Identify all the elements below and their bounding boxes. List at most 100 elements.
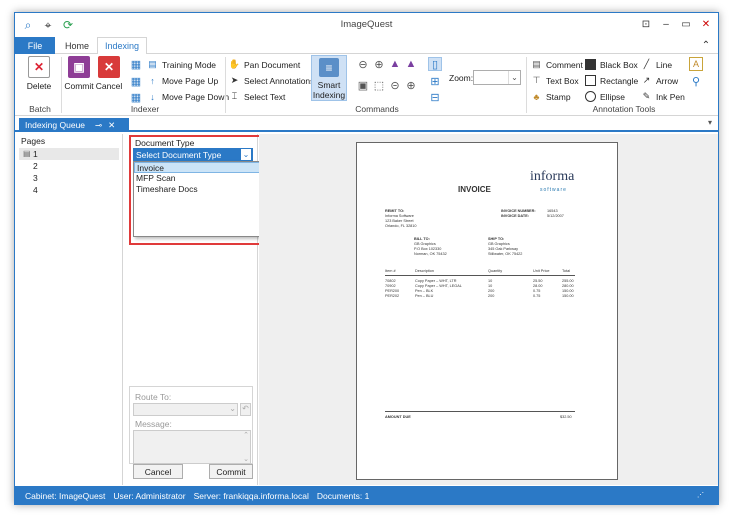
message-textarea[interactable]: ⌃ ⌄ — [133, 430, 251, 464]
page-icon: ▤ — [23, 149, 31, 158]
route-to-select[interactable]: ⌄ — [133, 403, 238, 416]
pan-document-button[interactable]: ✋ Pan Document — [229, 58, 300, 71]
ink-pen-button[interactable]: ✎ Ink Pen — [641, 90, 685, 103]
indexer-cancel-button[interactable]: Cancel — [133, 464, 183, 479]
ellipse-button[interactable]: Ellipse — [585, 90, 625, 103]
grid-icon[interactable]: ▦ — [129, 57, 143, 71]
grid-icon[interactable]: ▦ — [129, 90, 143, 104]
chevron-down-icon: ⌄ — [229, 404, 236, 413]
route-to-label: Route To: — [135, 392, 172, 402]
table-cell: 255.00 — [562, 279, 574, 283]
zoom-combobox[interactable]: ⌄ — [473, 70, 521, 85]
highlight-icon[interactable]: A — [689, 57, 703, 71]
table-cell: 70902 — [385, 284, 396, 288]
dropdown-option[interactable]: MFP Scan — [136, 173, 176, 183]
invoice-number: 16543 — [547, 209, 558, 213]
app-window: ⌕ ⌖ ⟳ ImageQuest ⊡ – ▭ ✕ File Home Index… — [14, 12, 719, 505]
fit-page-icon[interactable]: ▯ — [428, 57, 442, 71]
tab-home[interactable]: Home — [59, 37, 95, 54]
table-cell: Pen – BLK — [415, 289, 434, 293]
table-cell: 10 — [488, 279, 493, 283]
table-cell: 280.00 — [562, 284, 574, 288]
close-pane-icon[interactable]: ✕ — [108, 120, 115, 131]
maximize-button[interactable]: ▭ — [679, 17, 693, 31]
page-list-item-selected[interactable]: ▤ 1 — [19, 148, 119, 160]
table-cell: PER202 — [385, 294, 400, 298]
commit-button[interactable]: ▣ Commit — [64, 56, 94, 91]
delete-icon: ✕ — [28, 56, 50, 78]
stamp-button[interactable]: ♣ Stamp — [531, 90, 571, 103]
comment-button[interactable]: ▤ Comment — [531, 58, 583, 71]
column-header: Description — [415, 269, 434, 273]
scroll-up-icon[interactable]: ⌃ — [243, 431, 249, 439]
fit-width-icon[interactable]: ⊞ — [428, 74, 442, 88]
select-annotations-button[interactable]: ➤ Select Annotations — [229, 74, 315, 87]
attachment-icon[interactable]: ⚲ — [689, 74, 703, 88]
table-divider — [385, 275, 575, 276]
scroll-down-icon[interactable]: ⌄ — [243, 455, 249, 463]
fit-height-icon[interactable]: ⊟ — [428, 90, 442, 104]
tab-indexing[interactable]: Indexing — [97, 37, 147, 55]
rotate-left-icon[interactable]: ⊖ — [356, 57, 370, 71]
training-mode-label: Training Mode — [162, 59, 217, 70]
chevron-down-icon[interactable]: ⌄ — [508, 71, 520, 84]
pane-dropdown-icon[interactable]: ▾ — [708, 118, 712, 127]
column-header: Total — [562, 269, 571, 273]
table-cell: 150.00 — [562, 289, 574, 293]
select-text-button[interactable]: ⌶ Select Text — [229, 90, 286, 103]
page-list-item[interactable]: 2 — [33, 161, 38, 171]
page-list-item[interactable]: 3 — [33, 173, 38, 183]
remit-line: Orlando, FL 32810 — [385, 224, 417, 228]
total-divider — [385, 411, 575, 412]
move-page-down-button[interactable]: ↓ Move Page Down — [147, 90, 229, 103]
chevron-down-icon[interactable]: ⌄ — [241, 149, 251, 160]
restore-ribbon-icon[interactable]: ⊡ — [639, 17, 653, 31]
flip-icon[interactable]: ▲ — [404, 57, 418, 71]
group-label-annotation-tools: Annotation Tools — [592, 104, 656, 114]
title-bar: ⌕ ⌖ ⟳ ImageQuest ⊡ – ▭ ✕ — [15, 13, 718, 37]
line-button[interactable]: ╱ Line — [641, 58, 672, 71]
delete-button[interactable]: ✕ Delete — [21, 56, 57, 91]
pin-icon[interactable]: ⊸ — [95, 120, 102, 131]
comment-icon: ▤ — [532, 59, 541, 69]
crop-icon[interactable]: ⬚ — [372, 78, 386, 92]
smart-indexing-button[interactable]: ≡ Smart Indexing — [311, 55, 347, 101]
flip-icon[interactable]: ▲ — [388, 57, 402, 71]
table-cell: 0.75 — [533, 294, 541, 298]
text-box-button[interactable]: ⊤ Text Box — [531, 74, 579, 87]
zoom-in-icon[interactable]: ⊕ — [404, 78, 418, 92]
close-button[interactable]: ✕ — [699, 17, 713, 31]
tab-file[interactable]: File — [15, 37, 55, 54]
undo-icon[interactable]: ↶ — [240, 403, 251, 416]
zoom-out-icon[interactable]: ⊝ — [388, 78, 402, 92]
black-box-icon — [585, 59, 596, 70]
document-viewer[interactable]: INVOICE informa software REMIT TO: Infor… — [259, 134, 718, 485]
collapse-ribbon-icon[interactable]: ⌃ — [699, 38, 713, 52]
move-page-up-button[interactable]: ↑ Move Page Up — [147, 74, 218, 87]
cancel-button[interactable]: ✕ Cancel — [95, 56, 123, 91]
pages-panel: Pages ▤ 1 2 3 4 — [19, 134, 123, 485]
indexer-commit-button[interactable]: Commit — [209, 464, 253, 479]
tab-indexing-queue[interactable]: Indexing Queue ⊸ ✕ — [19, 118, 129, 132]
document-type-select[interactable]: Select Document Type ⌄ — [133, 148, 253, 161]
ribbon-tab-row: File Home Indexing ⌃ — [15, 37, 718, 55]
grid-icon[interactable]: ▦ — [129, 74, 143, 88]
rotate-right-icon[interactable]: ⊕ — [372, 57, 386, 71]
status-bar: Cabinet: ImageQuest User: Administrator … — [15, 486, 718, 504]
status-user: User: Administrator — [113, 490, 186, 501]
page-number: 1 — [33, 149, 38, 159]
smart-indexing-label-2: Indexing — [312, 90, 346, 100]
black-box-label: Black Box — [600, 59, 638, 70]
resize-grip-icon[interactable]: ⋰ — [697, 491, 704, 499]
amount-due-label: AMOUNT DUE — [385, 415, 411, 419]
minimize-button[interactable]: – — [659, 17, 673, 31]
training-mode-button[interactable]: ▤ Training Mode — [147, 58, 216, 71]
page-list-item[interactable]: 4 — [33, 185, 38, 195]
arrow-button[interactable]: ↗ Arrow — [641, 74, 678, 87]
black-box-button[interactable]: Black Box — [585, 58, 638, 71]
dropdown-option[interactable]: Timeshare Docs — [136, 184, 198, 194]
rectangle-button[interactable]: Rectangle — [585, 74, 638, 87]
thumbnail-icon[interactable]: ▣ — [356, 78, 370, 92]
stamp-label: Stamp — [546, 91, 571, 102]
indexing-queue-label: Indexing Queue — [25, 120, 86, 130]
